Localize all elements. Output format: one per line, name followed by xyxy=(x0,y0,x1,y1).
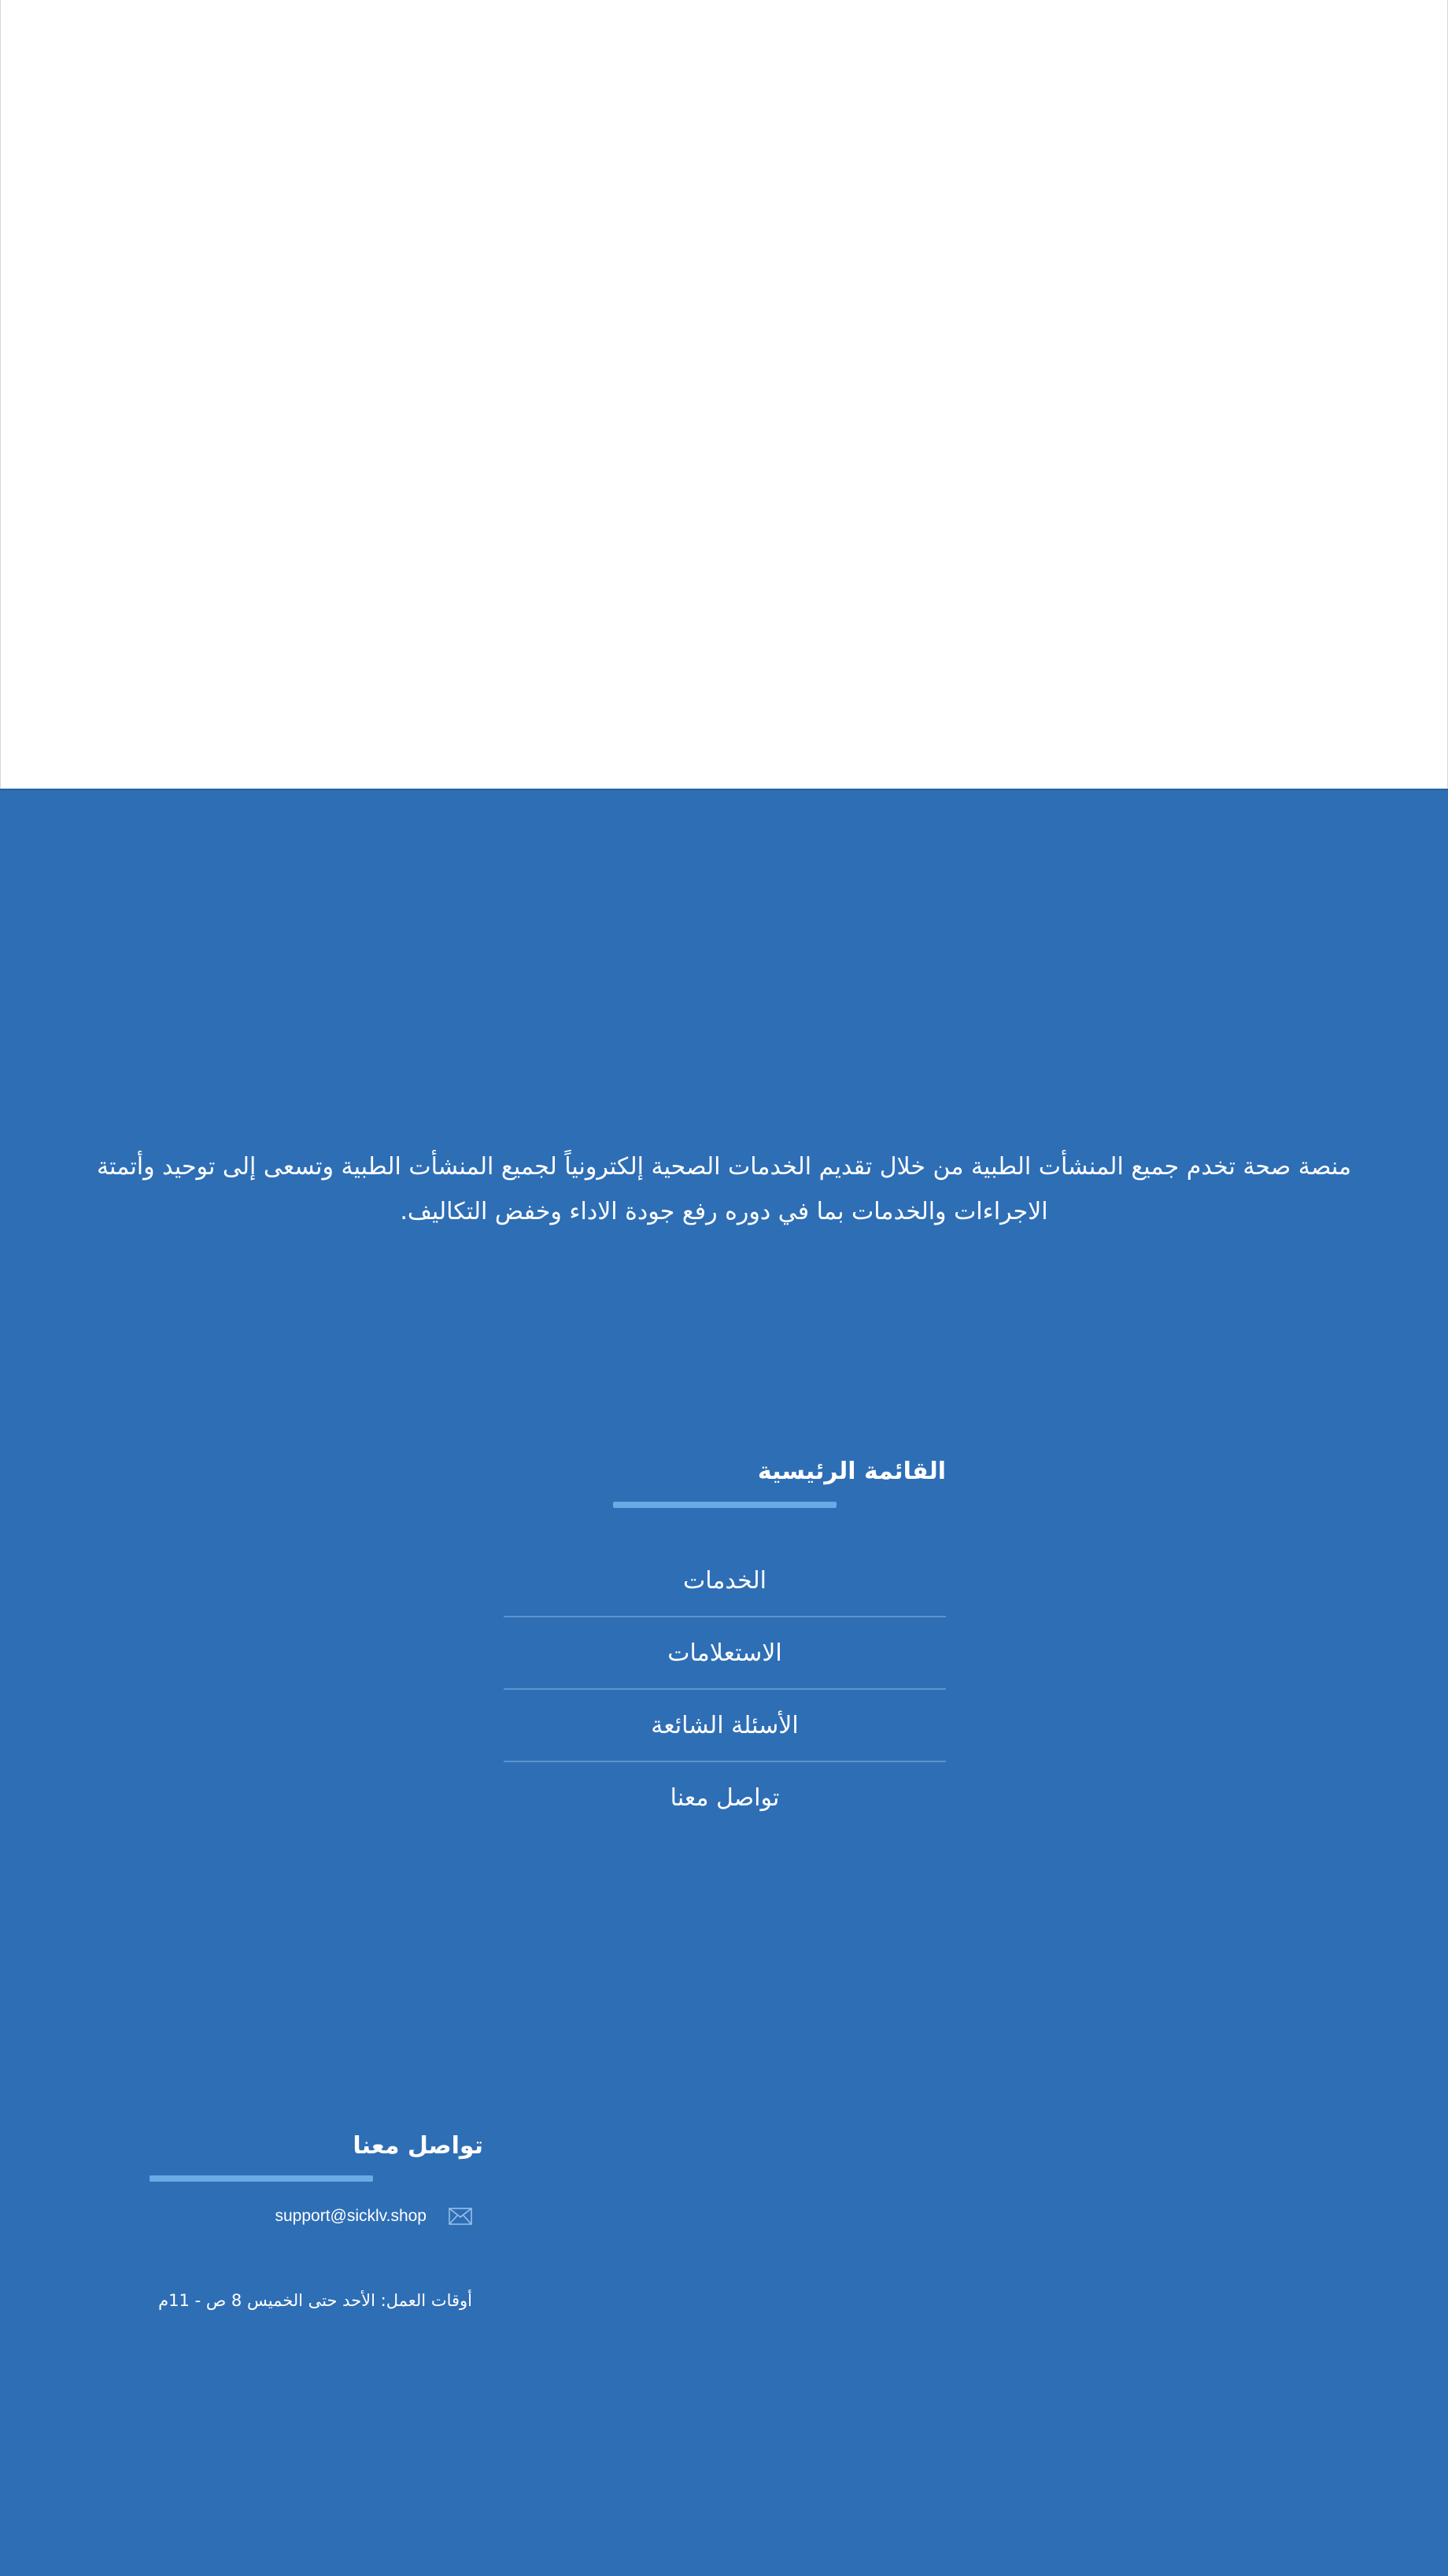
main-menu-heading-underline xyxy=(613,1502,837,1508)
contact-email-row: support@sicklv.shop xyxy=(150,2203,472,2230)
menu-item-label[interactable]: الاستعلامات xyxy=(504,1617,946,1690)
menu-item-label[interactable]: الأسئلة الشائعة xyxy=(504,1690,946,1762)
working-hours-text: أوقات العمل: الأحد حتى الخميس 8 ص - 11م xyxy=(158,2291,472,2310)
menu-item-faq[interactable]: الأسئلة الشائعة xyxy=(504,1690,946,1762)
footer-about-text: منصة صحة تخدم جميع المنشأت الطبية من خلا… xyxy=(96,1153,1352,1225)
menu-item-inquiries[interactable]: الاستعلامات xyxy=(504,1617,946,1690)
menu-item-services[interactable]: الخدمات xyxy=(504,1545,946,1617)
blank-content-area xyxy=(0,0,1448,789)
mail-icon xyxy=(449,2208,472,2225)
contact-email-link[interactable]: support@sicklv.shop xyxy=(275,2207,427,2226)
menu-item-label[interactable]: الخدمات xyxy=(504,1545,946,1617)
contact-heading: تواصل معنا xyxy=(353,2132,483,2160)
menu-item-contact-us[interactable]: تواصل معنا xyxy=(504,1762,946,1835)
contact-heading-underline xyxy=(150,2175,373,2182)
main-menu-list: الخدمات الاستعلامات الأسئلة الشائعة تواص… xyxy=(504,1545,946,1835)
main-menu-heading: القائمة الرئيسية xyxy=(757,1458,946,1485)
menu-item-label[interactable]: تواصل معنا xyxy=(504,1762,946,1835)
